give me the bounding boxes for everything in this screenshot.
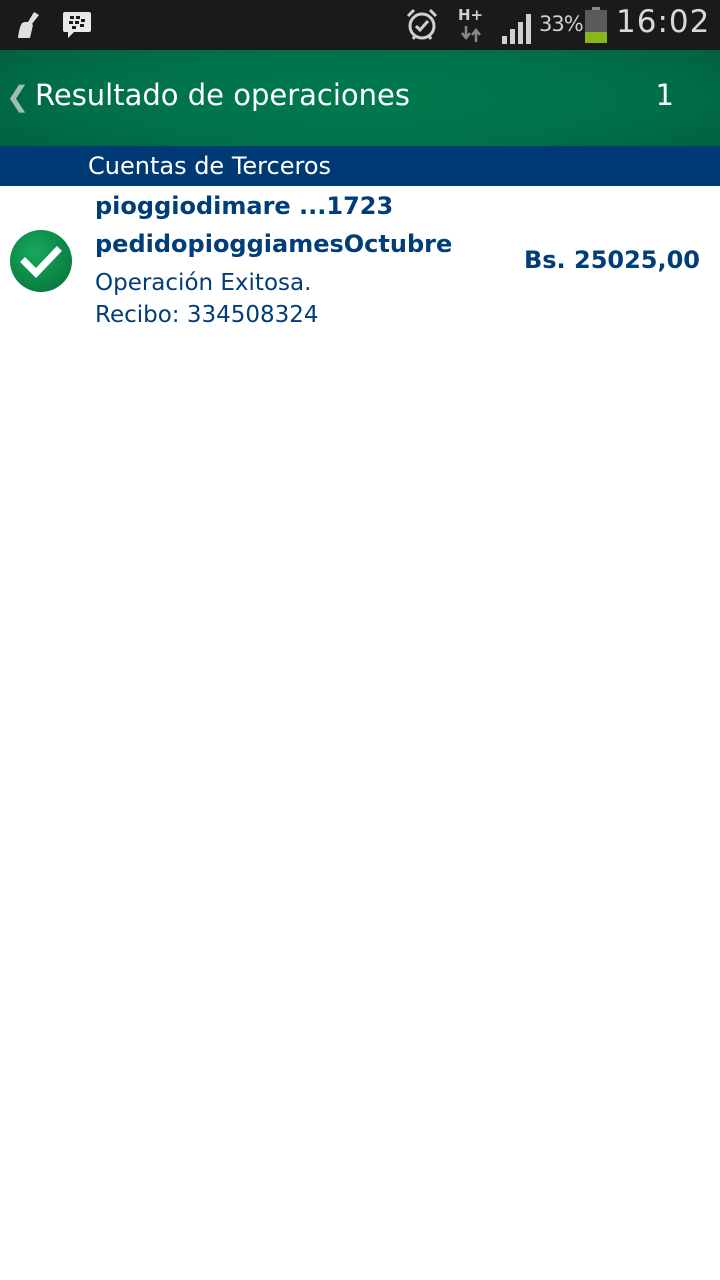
app-header: ❮ Resultado de operaciones 1 xyxy=(0,50,720,146)
operation-count: 1 xyxy=(655,78,674,112)
operation-description: pedidopioggiamesOctubre xyxy=(95,230,453,258)
operation-amount: Bs. 25025,00 xyxy=(523,246,700,274)
check-circle-icon xyxy=(10,230,72,292)
operation-account: pioggiodimare ...1723 xyxy=(95,192,394,220)
operation-result-row[interactable]: pioggiodimare ...1723 pedidopioggiamesOc… xyxy=(0,186,720,342)
page-title[interactable]: Resultado de operaciones xyxy=(35,78,410,112)
operation-receipt: Recibo: 334508324 xyxy=(95,302,319,328)
bbm-icon xyxy=(63,12,91,38)
status-bar: H+ 33% 16:02 xyxy=(0,0,720,50)
network-type-label: H+ xyxy=(458,6,484,24)
broom-icon xyxy=(18,12,39,38)
battery-icon xyxy=(585,7,607,43)
signal-icon xyxy=(502,14,531,44)
section-header: Cuentas de Terceros xyxy=(0,146,720,186)
section-title: Cuentas de Terceros xyxy=(88,152,331,180)
battery-percent: 33% xyxy=(539,12,584,36)
alarm-icon xyxy=(406,8,438,40)
back-icon[interactable]: ❮ xyxy=(6,80,29,113)
h-plus-network-icon: H+ xyxy=(456,6,486,44)
clock: 16:02 xyxy=(616,4,711,40)
operation-status: Operación Exitosa. xyxy=(95,270,312,296)
